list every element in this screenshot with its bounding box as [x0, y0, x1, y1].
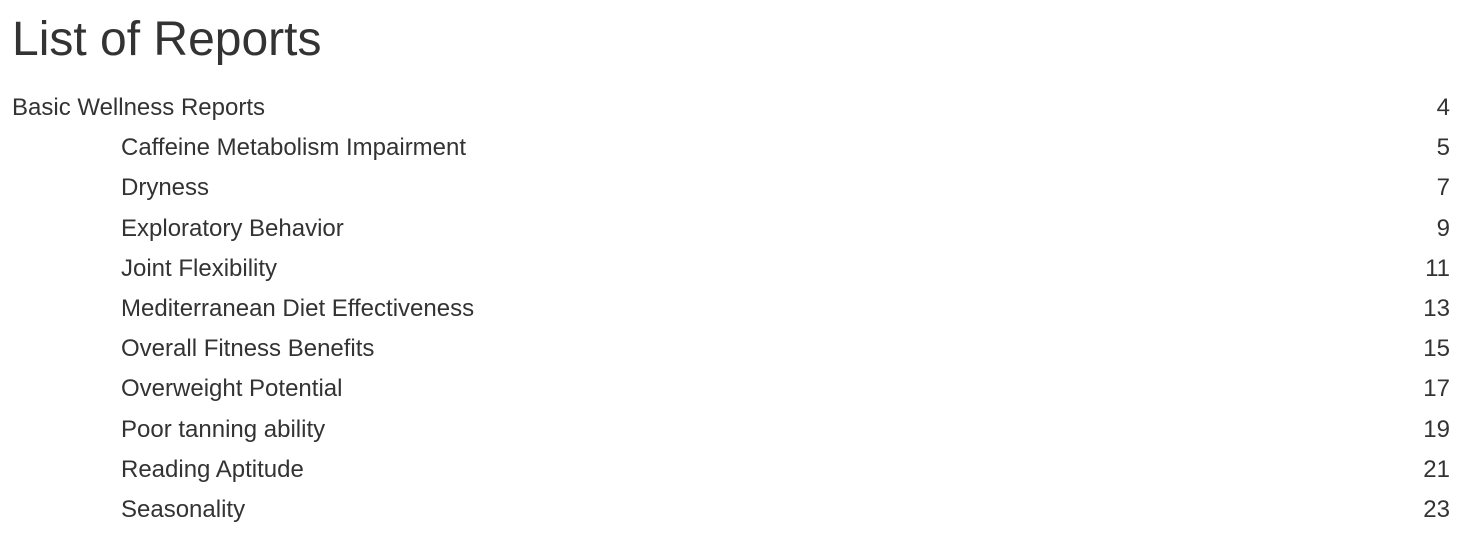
toc-page-number: 5 — [1436, 134, 1450, 162]
toc-item-label: Mediterranean Diet Effectiveness — [121, 295, 475, 323]
toc-item-label: Dryness — [121, 174, 210, 202]
table-of-contents: Basic Wellness Reports 4 Caffeine Metabo… — [0, 88, 1470, 530]
toc-item-label: Overweight Potential — [121, 375, 343, 403]
toc-item-label: Caffeine Metabolism Impairment — [121, 134, 467, 162]
toc-page-number: 7 — [1436, 174, 1450, 202]
toc-page-number: 15 — [1423, 335, 1450, 363]
toc-item-label: Poor tanning ability — [121, 415, 326, 443]
toc-item[interactable]: Reading Aptitude 21 — [0, 450, 1470, 490]
toc-item[interactable]: Joint Flexibility 11 — [0, 249, 1470, 289]
toc-item[interactable]: Overweight Potential 17 — [0, 369, 1470, 409]
toc-item-label: Exploratory Behavior — [121, 214, 344, 242]
toc-page-number: 23 — [1423, 495, 1450, 523]
toc-item-label: Overall Fitness Benefits — [121, 335, 375, 363]
toc-section-label: Basic Wellness Reports — [12, 94, 265, 122]
toc-item[interactable]: Caffeine Metabolism Impairment 5 — [0, 128, 1470, 168]
toc-item[interactable]: Overall Fitness Benefits 15 — [0, 329, 1470, 369]
toc-item[interactable]: Seasonality 23 — [0, 490, 1470, 530]
toc-page-number: 19 — [1423, 415, 1450, 443]
toc-item[interactable]: Dryness 7 — [0, 168, 1470, 208]
toc-item-label: Seasonality — [121, 495, 246, 523]
toc-item[interactable]: Poor tanning ability 19 — [0, 410, 1470, 450]
toc-item-label: Joint Flexibility — [121, 254, 278, 282]
toc-item[interactable]: Exploratory Behavior 9 — [0, 209, 1470, 249]
toc-page-number: 9 — [1436, 214, 1450, 242]
toc-page-number: 21 — [1423, 455, 1450, 483]
toc-page-number: 13 — [1423, 295, 1450, 323]
toc-item[interactable]: Mediterranean Diet Effectiveness 13 — [0, 289, 1470, 329]
page-title: List of Reports — [12, 13, 322, 66]
toc-page-number: 4 — [1436, 94, 1450, 122]
toc-item-label: Reading Aptitude — [121, 455, 304, 483]
toc-page-number: 17 — [1423, 375, 1450, 403]
toc-page-number: 11 — [1425, 254, 1450, 282]
toc-section-basic-wellness[interactable]: Basic Wellness Reports 4 — [0, 88, 1470, 128]
